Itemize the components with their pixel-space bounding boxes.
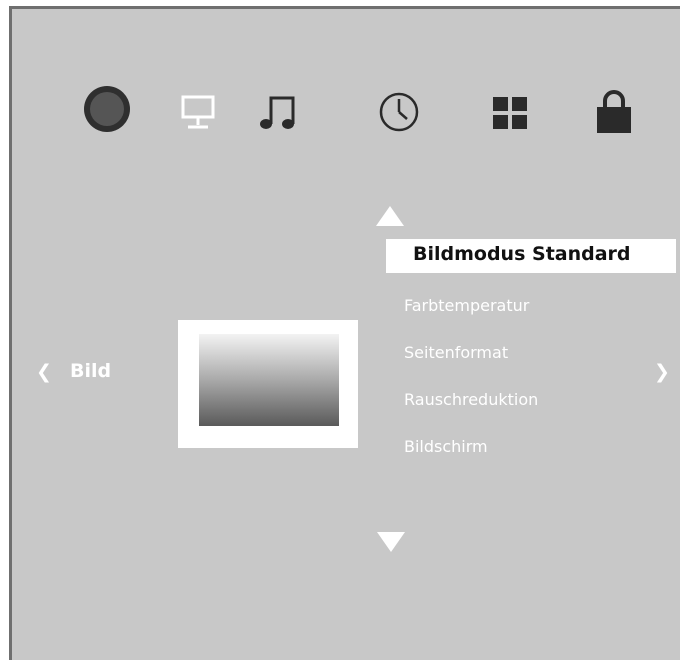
music-note-icon[interactable] (257, 91, 299, 133)
menu-item-farbtemperatur[interactable]: Farbtemperatur (404, 296, 529, 315)
scroll-down-arrow-icon[interactable] (376, 531, 406, 553)
clock-icon[interactable] (378, 91, 420, 133)
picture-preview (178, 320, 358, 448)
preview-gradient-image (199, 334, 339, 426)
grid-icon[interactable] (493, 97, 527, 129)
chevron-right-icon[interactable]: ❯ (654, 361, 670, 383)
menu-item-selected[interactable]: Bildmodus Standard (386, 239, 676, 273)
monitor-icon[interactable] (180, 94, 216, 130)
section-label-bild[interactable]: Bild (70, 360, 111, 382)
menu-item-rauschreduktion[interactable]: Rauschreduktion (404, 390, 538, 409)
circle-icon[interactable] (82, 84, 132, 134)
menu-item-seitenformat[interactable]: Seitenformat (404, 343, 508, 362)
chevron-left-icon[interactable]: ❮ (36, 361, 52, 383)
menu-item-bildschirm[interactable]: Bildschirm (404, 437, 488, 456)
tv-menu-panel: Bildmodus Standard Farbtemperatur Seiten… (9, 6, 680, 660)
scroll-up-arrow-icon[interactable] (375, 205, 405, 227)
lock-icon[interactable] (595, 89, 633, 133)
